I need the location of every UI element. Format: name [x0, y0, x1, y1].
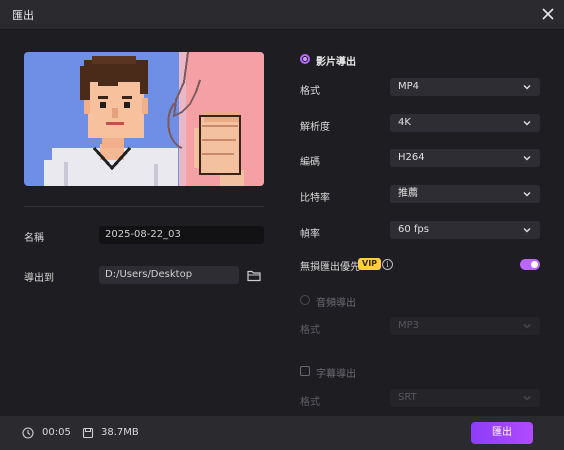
codec-label: 編碼 — [300, 157, 320, 168]
chevron-down-icon — [523, 324, 531, 329]
audio-export-radio[interactable] — [300, 295, 310, 305]
folder-icon — [247, 270, 261, 282]
codec-select[interactable]: H264 — [390, 149, 540, 167]
format-select[interactable]: MP4 — [390, 78, 540, 96]
video-export-radio[interactable] — [300, 54, 310, 64]
chevron-down-icon — [523, 156, 531, 161]
save-disk-icon — [82, 427, 94, 439]
close-icon — [542, 8, 554, 20]
chevron-down-icon — [523, 192, 531, 197]
audio-export-label: 音頻導出 — [316, 298, 356, 309]
info-icon[interactable]: i — [382, 259, 393, 270]
chevron-down-icon — [523, 85, 531, 90]
subtitle-export-label: 字幕導出 — [316, 369, 356, 380]
audio-format-label: 格式 — [300, 325, 320, 336]
framerate-value: 60 fps — [398, 224, 429, 235]
left-panel: 名稱 2025-08-22_03 導出到 D:/Users/Desktop — [0, 30, 285, 416]
lossless-label: 無損匯出優先 — [300, 262, 360, 273]
chevron-down-icon — [523, 228, 531, 233]
video-export-label: 影片導出 — [316, 57, 356, 68]
subtitle-format-value: SRT — [398, 392, 417, 403]
filename-input[interactable]: 2025-08-22_03 — [99, 226, 264, 244]
format-label: 格式 — [300, 86, 320, 97]
resolution-value: 4K — [398, 117, 411, 128]
right-panel: 影片導出 格式 MP4 解析度 4K 編碼 H264 比特率 推薦 幀率 60 … — [285, 30, 564, 416]
file-size-text: 38.7MB — [101, 427, 139, 438]
bitrate-value: 推薦 — [398, 188, 418, 199]
export-to-label: 導出到 — [24, 273, 54, 284]
codec-value: H264 — [398, 152, 425, 163]
export-path-field[interactable]: D:/Users/Desktop — [99, 266, 239, 284]
lossless-toggle[interactable] — [520, 259, 540, 270]
resolution-select[interactable]: 4K — [390, 114, 540, 132]
clock-icon — [22, 427, 34, 439]
bitrate-select[interactable]: 推薦 — [390, 185, 540, 203]
close-button[interactable] — [538, 4, 558, 24]
subtitle-format-select[interactable]: SRT — [390, 389, 540, 407]
subtitle-export-checkbox[interactable] — [300, 366, 310, 376]
name-label: 名稱 — [24, 233, 44, 244]
audio-format-value: MP3 — [398, 320, 420, 331]
window-title: 匯出 — [12, 9, 34, 22]
subtitle-format-label: 格式 — [300, 397, 320, 408]
title-bar: 匯出 — [0, 0, 564, 30]
thumbnail-divider — [24, 206, 264, 207]
audio-format-select[interactable]: MP3 — [390, 317, 540, 335]
export-button[interactable]: 匯出 — [471, 422, 533, 444]
footer-bar: 00:05 38.7MB 匯出 — [0, 416, 564, 450]
video-thumbnail — [24, 52, 264, 186]
chevron-down-icon — [523, 121, 531, 126]
format-value: MP4 — [398, 81, 420, 92]
framerate-label: 幀率 — [300, 229, 320, 240]
browse-folder-button[interactable] — [247, 267, 261, 286]
duration-text: 00:05 — [42, 427, 71, 438]
framerate-select[interactable]: 60 fps — [390, 221, 540, 239]
vip-badge: VIP — [358, 258, 382, 270]
resolution-label: 解析度 — [300, 122, 330, 133]
chevron-down-icon — [523, 396, 531, 401]
bitrate-label: 比特率 — [300, 193, 330, 204]
